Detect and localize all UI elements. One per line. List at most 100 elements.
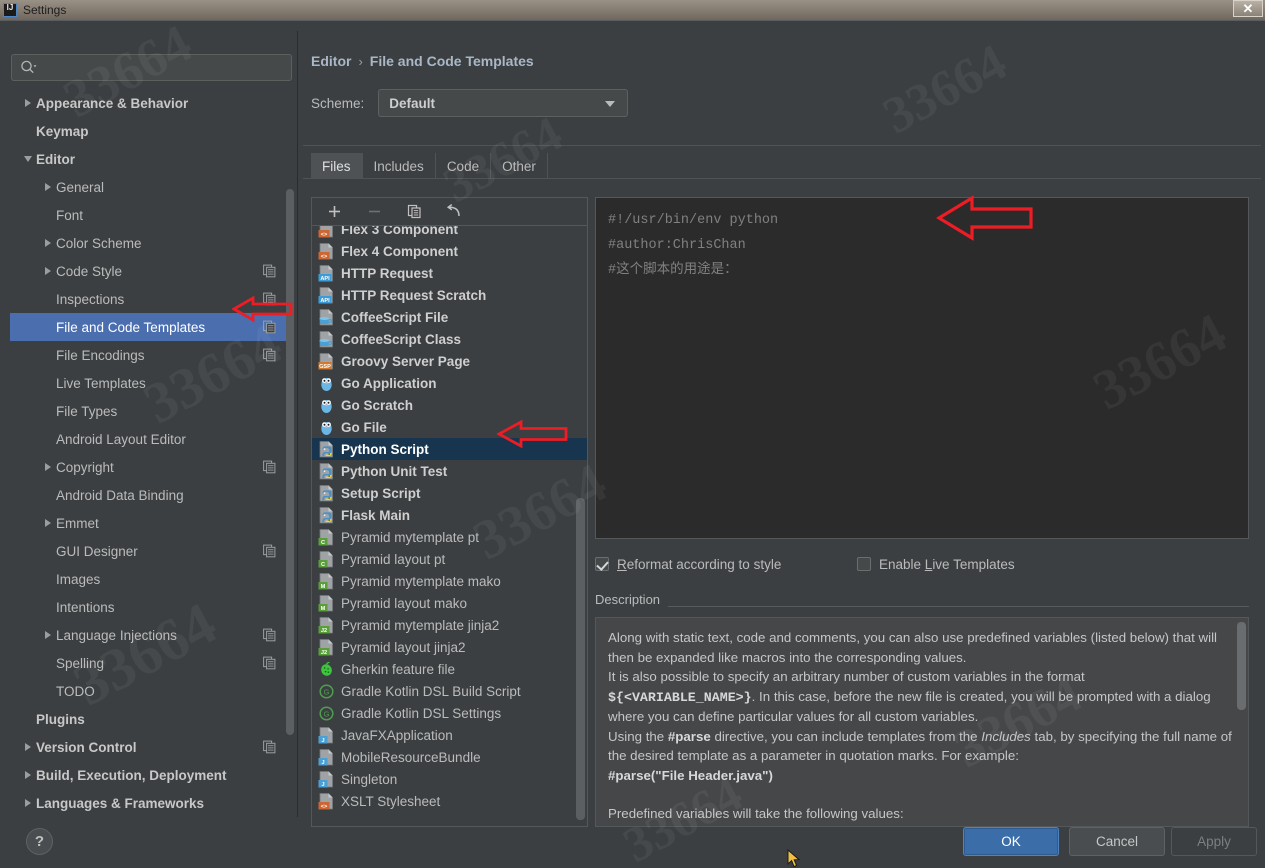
chevron-down-icon[interactable] <box>20 156 36 162</box>
tab-includes[interactable]: Includes <box>363 153 436 179</box>
chevron-right-icon[interactable] <box>20 799 36 807</box>
sidebar-item-file-encodings[interactable]: File Encodings <box>10 341 292 369</box>
sidebar-item-gui-designer[interactable]: GUI Designer <box>10 537 292 565</box>
sidebar-item-live-templates[interactable]: Live Templates <box>10 369 292 397</box>
ok-button[interactable]: OK <box>963 827 1059 856</box>
sidebar-item-intentions[interactable]: Intentions <box>10 593 292 621</box>
sidebar-item-languages-frameworks[interactable]: Languages & Frameworks <box>10 789 292 811</box>
template-list-item[interactable]: <> Flex 3 Component <box>312 226 587 240</box>
sidebar-item-spelling[interactable]: Spelling <box>10 649 292 677</box>
apply-button[interactable]: Apply <box>1171 827 1257 856</box>
template-list-item[interactable]: J Singleton <box>312 768 587 790</box>
template-list-item[interactable]: <> Flex 4 Component <box>312 240 587 262</box>
settings-tree[interactable]: Appearance & Behavior Keymap Editor General… <box>10 89 292 811</box>
template-list-item[interactable]: <> XSLT Stylesheet <box>312 790 587 812</box>
chevron-right-icon[interactable] <box>40 631 56 639</box>
template-list-item[interactable]: API HTTP Request Scratch <box>312 284 587 306</box>
copy-settings-icon[interactable] <box>263 544 276 558</box>
search-input[interactable] <box>42 60 291 75</box>
search-box[interactable] <box>11 54 292 81</box>
template-list-item[interactable]: Gherkin feature file <box>312 658 587 680</box>
template-list-item[interactable]: J2 Pyramid mytemplate jinja2 <box>312 614 587 636</box>
template-list-item[interactable]: Flask Main <box>312 504 587 526</box>
copy-settings-icon[interactable] <box>263 628 276 642</box>
template-list-item[interactable]: GSP Groovy Server Page <box>312 350 587 372</box>
chevron-right-icon[interactable] <box>40 239 56 247</box>
chevron-right-icon[interactable] <box>40 519 56 527</box>
sidebar-item-android-data-binding[interactable]: Android Data Binding <box>10 481 292 509</box>
chevron-right-icon[interactable] <box>20 99 36 107</box>
template-list-item[interactable]: Python Unit Test <box>312 460 587 482</box>
template-list-item[interactable]: Go Application <box>312 372 587 394</box>
template-editor[interactable]: #!/usr/bin/env python #author:ChrisChan #这… <box>595 197 1249 539</box>
template-list-item[interactable]: API HTTP Request <box>312 262 587 284</box>
copy-template-button[interactable] <box>404 202 424 222</box>
copy-settings-icon[interactable] <box>263 656 276 670</box>
tab-files[interactable]: Files <box>311 153 363 179</box>
sidebar-item-plugins[interactable]: Plugins <box>10 705 292 733</box>
reset-template-button[interactable] <box>444 202 464 222</box>
chevron-right-icon[interactable] <box>40 183 56 191</box>
scheme-select[interactable]: Default <box>378 89 629 117</box>
sidebar-item-version-control[interactable]: Version Control <box>10 733 292 761</box>
checkbox-box[interactable] <box>857 557 871 571</box>
template-list-item[interactable]: C Pyramid layout pt <box>312 548 587 570</box>
sidebar-item-language-injections[interactable]: Language Injections <box>10 621 292 649</box>
chevron-right-icon[interactable] <box>20 743 36 751</box>
template-list-item[interactable]: CoffeeScript Class <box>312 328 587 350</box>
sidebar-item-android-layout-editor[interactable]: Android Layout Editor <box>10 425 292 453</box>
template-list-item[interactable]: M Pyramid layout mako <box>312 592 587 614</box>
template-list-toolbar[interactable] <box>312 198 587 226</box>
template-list-item[interactable]: C Pyramid mytemplate pt <box>312 526 587 548</box>
sidebar-item-images[interactable]: Images <box>10 565 292 593</box>
sidebar-scrollbar-thumb[interactable] <box>286 189 294 735</box>
template-list-item[interactable]: J2 Pyramid layout jinja2 <box>312 636 587 658</box>
sidebar-item-copyright[interactable]: Copyright <box>10 453 292 481</box>
tab-code[interactable]: Code <box>436 153 492 179</box>
sidebar-item-general[interactable]: General <box>10 173 292 201</box>
sidebar-item-code-style[interactable]: Code Style <box>10 257 292 285</box>
live-templates-checkbox[interactable]: Enable Live Templates <box>857 557 1015 572</box>
help-button[interactable]: ? <box>26 828 53 855</box>
remove-template-button[interactable] <box>364 202 384 222</box>
sidebar-item-appearance-behavior[interactable]: Appearance & Behavior <box>10 89 292 117</box>
chevron-right-icon[interactable] <box>40 463 56 471</box>
template-list-item[interactable]: CoffeeScript File <box>312 306 587 328</box>
breadcrumb-root[interactable]: Editor <box>311 53 351 69</box>
window-titlebar[interactable]: Settings ✕ <box>0 0 1265 20</box>
sidebar-item-build-execution-deployment[interactable]: Build, Execution, Deployment <box>10 761 292 789</box>
sidebar-item-file-types[interactable]: File Types <box>10 397 292 425</box>
template-list-item[interactable]: J MobileResourceBundle <box>312 746 587 768</box>
sidebar-item-editor[interactable]: Editor <box>10 145 292 173</box>
description-paragraph-2: It is also possible to specify an arbitr… <box>608 669 1211 724</box>
sidebar-scrollbar[interactable] <box>286 93 294 807</box>
copy-settings-icon[interactable] <box>263 264 276 278</box>
close-icon[interactable]: ✕ <box>1233 0 1263 17</box>
reformat-checkbox[interactable]: Reformat according to style <box>595 557 857 572</box>
sidebar-item-color-scheme[interactable]: Color Scheme <box>10 229 292 257</box>
copy-settings-icon[interactable] <box>263 740 276 754</box>
chevron-right-icon[interactable] <box>20 771 36 779</box>
template-list-item[interactable]: G Gradle Kotlin DSL Build Script <box>312 680 587 702</box>
tab-other[interactable]: Other <box>491 153 548 179</box>
copy-settings-icon[interactable] <box>263 460 276 474</box>
copy-settings-icon[interactable] <box>263 348 276 362</box>
template-list-item[interactable]: Go Scratch <box>312 394 587 416</box>
checkbox-box[interactable] <box>595 557 609 571</box>
description-panel[interactable]: Along with static text, code and comment… <box>595 617 1249 827</box>
cancel-button[interactable]: Cancel <box>1069 827 1165 856</box>
sidebar-item-font[interactable]: Font <box>10 201 292 229</box>
template-list-item[interactable]: J JavaFXApplication <box>312 724 587 746</box>
add-template-button[interactable] <box>324 202 344 222</box>
template-list[interactable]: <> Flex 3 Component <> Flex 4 Component API H… <box>312 226 587 826</box>
sidebar-item-keymap[interactable]: Keymap <box>10 117 292 145</box>
sidebar-item-todo[interactable]: TODO <box>10 677 292 705</box>
template-list-scrollbar-thumb[interactable] <box>576 498 585 820</box>
chevron-right-icon[interactable] <box>40 267 56 275</box>
template-list-item[interactable]: G Gradle Kotlin DSL Settings <box>312 702 587 724</box>
template-list-item[interactable]: Setup Script <box>312 482 587 504</box>
description-scrollbar-thumb[interactable] <box>1237 622 1246 710</box>
template-list-item[interactable]: M Pyramid mytemplate mako <box>312 570 587 592</box>
template-category-tabs[interactable]: Files Includes Code Other <box>311 153 548 179</box>
sidebar-item-emmet[interactable]: Emmet <box>10 509 292 537</box>
